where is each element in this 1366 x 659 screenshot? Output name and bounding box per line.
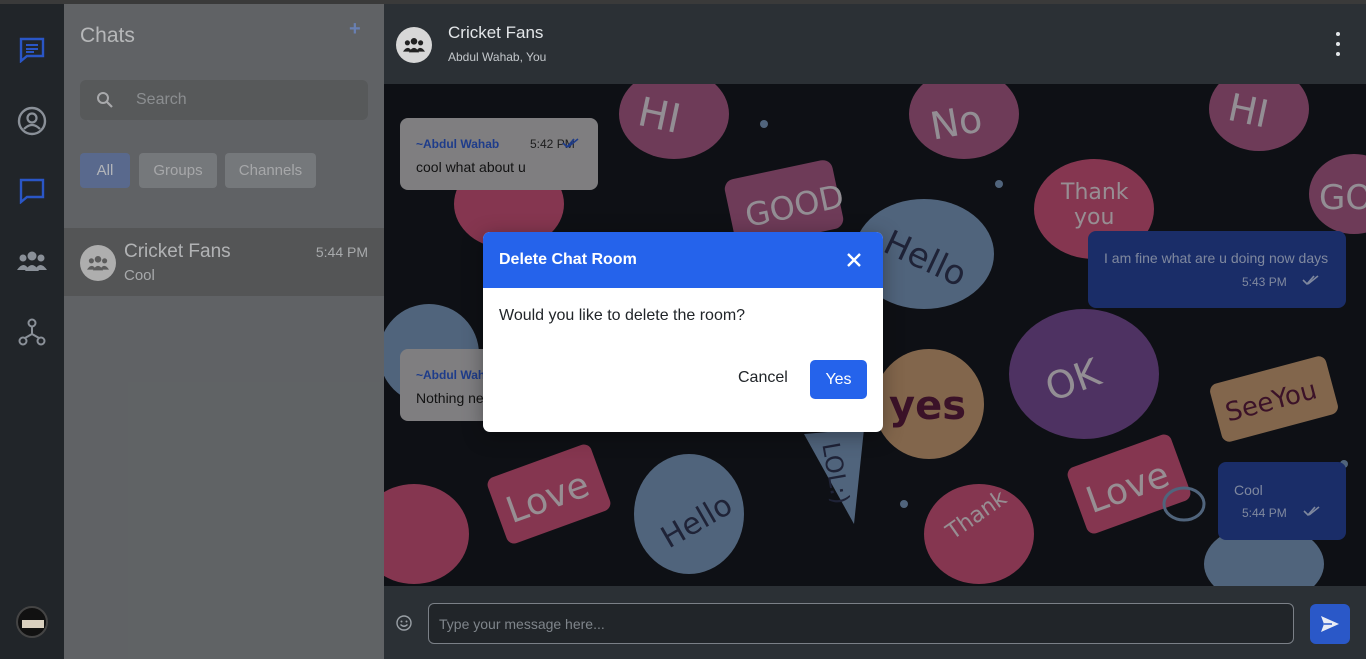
chat-last-message: Cool — [124, 267, 155, 284]
filter-groups-button[interactable]: Groups — [139, 153, 217, 188]
chat-header: Cricket Fans Abdul Wahab, You — [384, 4, 1366, 84]
add-chat-button[interactable]: + — [349, 19, 365, 39]
nav-rail — [0, 4, 64, 659]
user-avatar[interactable] — [16, 606, 48, 638]
search-icon — [97, 92, 113, 108]
message-author: ~Abdul Wahab — [416, 137, 500, 151]
double-check-icon — [1302, 275, 1319, 286]
chat-title: Cricket Fans — [448, 23, 544, 42]
confirm-button[interactable]: Yes — [810, 360, 867, 399]
send-button[interactable] — [1310, 604, 1350, 644]
filter-channels-button[interactable]: Channels — [225, 153, 316, 188]
chat-outline-icon[interactable] — [16, 175, 48, 207]
message-text: cool what about u — [416, 159, 526, 175]
delete-room-dialog: Delete Chat Room Would you like to delet… — [483, 232, 883, 432]
message-text: I am fine what are u doing now days — [1104, 250, 1329, 266]
chat-name: Cricket Fans — [124, 241, 231, 262]
message-time: 5:44 PM — [1242, 506, 1287, 520]
svg-text:GO: GO — [1319, 178, 1366, 218]
dialog-message: Would you like to delete the room? — [499, 307, 746, 324]
message-text: Cool — [1234, 482, 1263, 498]
dialog-title: Delete Chat Room — [499, 251, 637, 268]
emoji-icon[interactable] — [396, 615, 412, 631]
chat-list-item[interactable]: Cricket Fans 5:44 PM Cool — [64, 228, 384, 296]
more-options-icon[interactable] — [1328, 32, 1348, 56]
groups-icon — [403, 38, 425, 53]
double-check-icon — [562, 138, 579, 149]
message-input[interactable] — [429, 604, 1293, 643]
group-avatar[interactable] — [396, 27, 432, 63]
message-composer — [384, 586, 1366, 659]
chat-bubble-icon[interactable] — [16, 34, 48, 66]
panel-title: Chats — [80, 24, 135, 47]
filter-all-button[interactable]: All — [80, 153, 130, 188]
svg-text:you: you — [1074, 205, 1114, 230]
svg-text:No: No — [927, 96, 986, 148]
message-time: 5:43 PM — [1242, 275, 1287, 289]
search-box[interactable]: Search — [80, 80, 368, 120]
message-input-box[interactable] — [428, 603, 1294, 644]
double-check-icon — [1303, 506, 1320, 517]
close-icon[interactable] — [845, 251, 863, 269]
message-text: Nothing ne — [416, 390, 484, 406]
chat-time: 5:44 PM — [315, 244, 368, 260]
dialog-header: Delete Chat Room — [483, 232, 883, 288]
chat-members: Abdul Wahab, You — [448, 50, 547, 64]
svg-text:Thank: Thank — [1060, 180, 1129, 205]
groups-icon[interactable] — [16, 245, 48, 277]
user-circle-icon[interactable] — [16, 105, 48, 137]
network-icon[interactable] — [16, 316, 48, 348]
svg-text:yes: yes — [889, 383, 966, 429]
cancel-button[interactable]: Cancel — [738, 369, 788, 387]
message-bubble[interactable]: ~Abdul Wahab 5:42 PM cool what about u — [400, 118, 598, 190]
message-bubble[interactable]: I am fine what are u doing now days 5:43… — [1088, 231, 1346, 308]
chat-list-panel: Chats + Search All Groups Channels Crick… — [64, 4, 384, 659]
search-input[interactable]: Search — [136, 91, 187, 109]
message-bubble[interactable]: Cool 5:44 PM — [1218, 462, 1346, 540]
send-icon — [1321, 616, 1339, 632]
group-avatar — [80, 245, 116, 281]
groups-icon — [87, 256, 109, 271]
